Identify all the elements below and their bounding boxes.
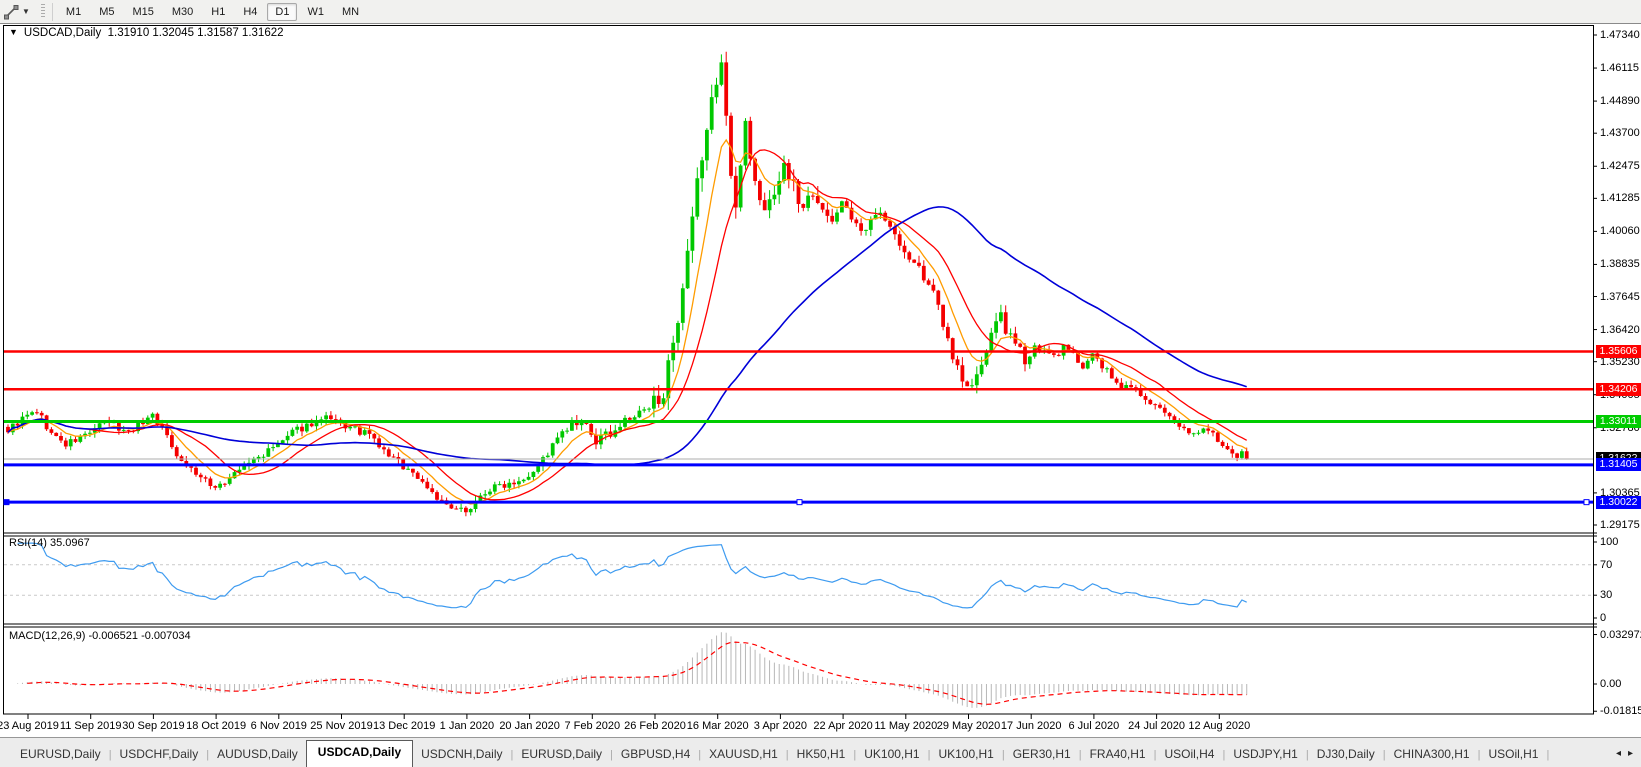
price-tick-label: 1.43700 [1600, 127, 1640, 139]
line-handle-left [4, 500, 9, 505]
date-axis-label: 24 Jul 2020 [1128, 720, 1185, 732]
chart-tab-EURUSD-Daily[interactable]: EURUSD,Daily [513, 743, 610, 767]
chart-canvas[interactable] [0, 0, 1641, 767]
date-axis-label: 1 Jan 2020 [440, 720, 494, 732]
date-axis-label: 20 Jan 2020 [499, 720, 560, 732]
chart-tab-UK100-H1[interactable]: UK100,H1 [930, 743, 1001, 767]
rsi-tick-label: 30 [1600, 589, 1612, 601]
date-axis-label: 30 Sep 2019 [122, 720, 184, 732]
macd-indicator-label: MACD(12,26,9) -0.006521 -0.007034 [9, 630, 191, 642]
date-axis-label: 7 Feb 2020 [564, 720, 620, 732]
chart-tab-HK50-H1[interactable]: HK50,H1 [789, 743, 854, 767]
price-tick-label: 1.29175 [1600, 519, 1640, 531]
rsi-tick-label: 0 [1600, 612, 1606, 624]
macd-tick-label: -0.018154 [1600, 705, 1641, 717]
date-axis-label: 29 May 2020 [937, 720, 1001, 732]
chart-tab-bar: EURUSD,Daily|USDCHF,Daily|AUDUSD,DailyUS… [0, 737, 1641, 767]
chart-tab-EURUSD-Daily[interactable]: EURUSD,Daily [12, 743, 109, 767]
toolbar-grip[interactable] [41, 4, 45, 19]
chart-tab-USDCNH-Daily[interactable]: USDCNH,Daily [413, 743, 510, 767]
level-badge: 1.34206 [1596, 383, 1641, 396]
chart-tab-USOil-H1[interactable]: USOil,H1 [1480, 743, 1546, 767]
tab-scroll-arrows: ◂ ▸ [1603, 739, 1641, 767]
chart-tab-AUDUSD-Daily[interactable]: AUDUSD,Daily [209, 743, 306, 767]
draw-tool-button[interactable]: ▼ [0, 4, 36, 20]
chart-title-symbol: USDCAD,Daily [24, 27, 101, 39]
timeframe-button-H1[interactable]: H1 [203, 3, 233, 21]
price-tick-label: 1.38835 [1600, 258, 1640, 270]
rsi-indicator-label: RSI(14) 35.0967 [9, 537, 90, 549]
chart-tab-XAUUSD-H1[interactable]: XAUUSD,H1 [701, 743, 786, 767]
level-badge: 1.30022 [1596, 496, 1641, 509]
price-tick-label: 1.47340 [1600, 29, 1640, 41]
timeframe-button-MN[interactable]: MN [334, 3, 367, 21]
price-tick-label: 1.46115 [1600, 62, 1639, 74]
date-axis-label: 18 Oct 2019 [186, 720, 246, 732]
trading-app-window: ▼ M1M5M15M30H1H4D1W1MN ▼ USDCAD,Daily 1.3… [0, 0, 1641, 767]
timeframe-button-M5[interactable]: M5 [91, 3, 122, 21]
chart-tab-USOil-H4[interactable]: USOil,H4 [1156, 743, 1222, 767]
date-axis-label: 25 Nov 2019 [310, 720, 372, 732]
chart-tab-DJ30-Daily[interactable]: DJ30,Daily [1309, 743, 1383, 767]
chart-tab-USDCHF-Daily[interactable]: USDCHF,Daily [112, 743, 207, 767]
date-axis-label: 11 May 2020 [874, 720, 937, 732]
tab-scroll-left-icon[interactable]: ◂ [1616, 748, 1621, 759]
date-axis-label: 26 Feb 2020 [624, 720, 686, 732]
chart-tab-GBPUSD-H4[interactable]: GBPUSD,H4 [613, 743, 698, 767]
level-badge: 1.33011 [1596, 415, 1641, 428]
date-axis-label: 17 Jun 2020 [1001, 720, 1062, 732]
timeframe-button-M15[interactable]: M15 [124, 3, 161, 21]
chart-tab-CHINA300-H1[interactable]: CHINA300,H1 [1386, 743, 1478, 767]
timeframe-button-M1[interactable]: M1 [58, 3, 89, 21]
chart-tab-UK100-H1[interactable]: UK100,H1 [856, 743, 927, 767]
price-tick-label: 1.44890 [1600, 95, 1640, 107]
pencil-cursor-icon [3, 4, 20, 20]
chart-tab-FRA40-H1[interactable]: FRA40,H1 [1082, 743, 1154, 767]
timeframe-button-W1[interactable]: W1 [299, 3, 332, 21]
date-axis-label: 23 Aug 2019 [0, 720, 59, 732]
date-axis-label: 11 Sep 2019 [60, 720, 122, 732]
toolbar-separator [52, 3, 53, 21]
level-badge: 1.31405 [1596, 458, 1641, 471]
chart-tab-USDJPY-H1[interactable]: USDJPY,H1 [1225, 743, 1305, 767]
chart-tab-USDCAD-Daily[interactable]: USDCAD,Daily [306, 740, 413, 767]
toolbar: ▼ M1M5M15M30H1H4D1W1MN [0, 0, 1641, 24]
date-axis-label: 16 Mar 2020 [687, 720, 749, 732]
timeframe-button-H4[interactable]: H4 [235, 3, 265, 21]
line-handle-right [1584, 500, 1589, 505]
price-tick-label: 1.37645 [1600, 291, 1640, 303]
date-axis-label: 6 Jul 2020 [1069, 720, 1120, 732]
date-axis-label: 12 Aug 2020 [1188, 720, 1250, 732]
macd-tick-label: 0.00 [1600, 678, 1621, 690]
date-axis-label: 22 Apr 2020 [813, 720, 872, 732]
timeframe-button-group: M1M5M15M30H1H4D1W1MN [57, 3, 368, 21]
macd-tick-label: 0.032972 [1600, 629, 1641, 641]
dropdown-arrow-icon[interactable]: ▼ [22, 7, 30, 16]
date-axis-label: 3 Apr 2020 [754, 720, 807, 732]
tab-scroll-right-icon[interactable]: ▸ [1628, 748, 1633, 759]
rsi-tick-label: 70 [1600, 559, 1612, 571]
price-tick-label: 1.42475 [1600, 160, 1640, 172]
timeframe-button-D1[interactable]: D1 [267, 3, 297, 21]
chart-title-ohlc: 1.31910 1.32045 1.31587 1.31622 [108, 27, 284, 39]
chart-title: ▼ USDCAD,Daily 1.31910 1.32045 1.31587 1.… [9, 27, 284, 39]
level-badge: 1.35606 [1596, 345, 1641, 358]
chart-collapse-icon[interactable]: ▼ [9, 27, 18, 37]
timeframe-button-M30[interactable]: M30 [164, 3, 201, 21]
price-tick-label: 1.41285 [1600, 192, 1640, 204]
chart-tab-GER30-H1[interactable]: GER30,H1 [1005, 743, 1079, 767]
tab-separator: | [1546, 749, 1549, 767]
rsi-tick-label: 100 [1600, 536, 1618, 548]
line-handle-middle [797, 500, 802, 505]
price-tick-label: 1.40060 [1600, 225, 1640, 237]
date-axis-label: 6 Nov 2019 [251, 720, 307, 732]
date-axis-label: 13 Dec 2019 [373, 720, 435, 732]
price-tick-label: 1.36420 [1600, 324, 1640, 336]
